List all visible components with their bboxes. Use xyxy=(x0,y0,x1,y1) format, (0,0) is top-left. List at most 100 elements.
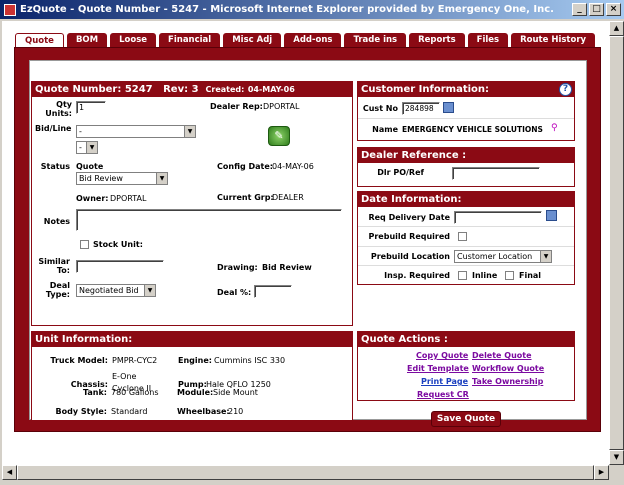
truck-model-value: PMPR-CYC2 xyxy=(112,356,158,365)
divider xyxy=(358,246,574,247)
customer-name-value: EMERGENCY VEHICLE SOLUTIONS xyxy=(402,125,543,134)
stock-unit-label: Stock Unit: xyxy=(93,240,143,249)
tab-financial[interactable]: Financial xyxy=(159,33,221,48)
wrench-icon[interactable]: ✎ xyxy=(268,126,290,146)
quote-actions-panel: Quote Actions : Copy Quote Delete Quote … xyxy=(357,331,575,401)
chevron-down-icon: ▼ xyxy=(540,251,551,262)
wheelbase-label: Wheelbase: xyxy=(177,407,230,416)
calendar-icon[interactable] xyxy=(443,102,454,113)
cust-no-label: Cust No xyxy=(362,104,398,113)
ie-app-icon xyxy=(4,3,16,16)
inline-label: Inline xyxy=(472,271,498,280)
close-button[interactable]: × xyxy=(606,3,621,16)
rev-label: Rev: xyxy=(163,84,189,95)
calendar-icon[interactable] xyxy=(546,210,557,221)
tab-loose[interactable]: Loose xyxy=(110,33,157,48)
tab-misc-adj[interactable]: Misc Adj xyxy=(223,33,282,48)
tab-add-ons[interactable]: Add-ons xyxy=(284,33,342,48)
scroll-up-icon[interactable]: ▲ xyxy=(609,21,624,36)
vertical-scrollbar[interactable]: ▲ ▼ xyxy=(609,21,624,465)
divider xyxy=(358,118,574,119)
tab-files[interactable]: Files xyxy=(467,33,509,48)
tab-trade-ins[interactable]: Trade ins xyxy=(344,33,407,48)
unit-info-header: Unit Information: xyxy=(32,332,352,347)
tab-bom[interactable]: BOM xyxy=(66,33,108,48)
dealer-po-label: Dlr PO/Ref xyxy=(377,168,424,177)
print-page-link[interactable]: Print Page xyxy=(421,377,468,386)
scroll-down-icon[interactable]: ▼ xyxy=(609,450,624,465)
owner-value: DPORTAL xyxy=(110,194,147,203)
notes-label: Notes xyxy=(43,217,70,226)
take-ownership-link[interactable]: Take Ownership xyxy=(472,377,543,386)
line-select-value: - xyxy=(79,143,82,152)
window-titlebar: EzQuote - Quote Number - 5247 - Microsof… xyxy=(0,0,624,19)
tab-reports[interactable]: Reports xyxy=(409,33,465,48)
module-value: Side Mount xyxy=(213,388,258,397)
help-icon[interactable]: ? xyxy=(559,83,572,96)
notes-textarea[interactable] xyxy=(76,209,342,231)
customer-header: Customer Information: xyxy=(358,82,574,97)
tab-bar: Quote BOM Loose Financial Misc Adj Add-o… xyxy=(15,33,596,49)
req-delivery-input[interactable] xyxy=(454,211,542,224)
config-date-value: 04-MAY-06 xyxy=(272,162,314,171)
scroll-right-icon[interactable]: ▶ xyxy=(594,465,609,480)
body-style-label: Body Style: xyxy=(55,407,108,416)
quote-content: Quote Number: 5247 Rev: 3 Created: 04-MA… xyxy=(29,60,587,427)
module-label: Module: xyxy=(177,388,214,397)
owner-label: Owner: xyxy=(76,194,109,203)
stock-unit-checkbox[interactable] xyxy=(80,240,89,249)
hscroll-thumb[interactable] xyxy=(17,465,594,480)
date-info-panel: Date Information: Req Delivery Date Preb… xyxy=(357,191,575,285)
quote-actions-header: Quote Actions : xyxy=(358,332,574,347)
status-select[interactable]: Bid Review ▼ xyxy=(76,172,168,185)
minimize-button[interactable]: _ xyxy=(572,3,587,16)
chevron-down-icon: ▼ xyxy=(144,285,155,296)
horizontal-scrollbar[interactable]: ◀ ▶ xyxy=(2,465,609,480)
delete-quote-link[interactable]: Delete Quote xyxy=(472,351,532,360)
dealer-po-input[interactable] xyxy=(452,167,540,180)
edit-template-link[interactable]: Edit Template xyxy=(407,364,469,373)
final-checkbox[interactable] xyxy=(505,271,514,280)
line-select[interactable]: - ▼ xyxy=(76,141,98,154)
cust-no-input[interactable]: 284898 xyxy=(402,102,440,115)
config-date-label: Config Date: xyxy=(217,162,273,171)
qty-label: Qty Units: xyxy=(45,100,72,118)
status-value: Quote xyxy=(76,162,104,171)
scroll-thumb[interactable] xyxy=(609,36,624,450)
scroll-corner xyxy=(609,465,624,480)
tab-route-history[interactable]: Route History xyxy=(511,33,596,48)
prebuild-required-checkbox[interactable] xyxy=(458,232,467,241)
divider xyxy=(358,265,574,266)
workflow-quote-link[interactable]: Workflow Quote xyxy=(472,364,544,373)
current-grp-value: DEALER xyxy=(272,193,304,202)
prebuild-location-select[interactable]: Customer Location ▼ xyxy=(454,250,552,263)
final-label: Final xyxy=(519,271,542,280)
engine-label: Engine: xyxy=(178,356,212,365)
tank-label: Tank: xyxy=(82,388,107,397)
copy-quote-link[interactable]: Copy Quote xyxy=(416,351,468,360)
qty-input[interactable]: 1 xyxy=(76,101,106,114)
scroll-left-icon[interactable]: ◀ xyxy=(2,465,17,480)
search-icon[interactable]: ⚲ xyxy=(551,123,558,133)
inline-checkbox[interactable] xyxy=(458,271,467,280)
created-value: 04-MAY-06 xyxy=(247,85,295,94)
save-quote-button[interactable]: Save Quote xyxy=(431,411,501,427)
similar-input[interactable] xyxy=(76,260,164,273)
maximize-button[interactable]: □ xyxy=(589,3,604,16)
dealer-reference-panel: Dealer Reference : Dlr PO/Ref xyxy=(357,147,575,187)
deal-pct-input[interactable] xyxy=(254,285,292,298)
prebuild-required-label: Prebuild Required xyxy=(368,232,451,241)
request-cr-link[interactable]: Request CR xyxy=(417,390,469,399)
drawing-value: Bid Review xyxy=(262,263,312,272)
divider xyxy=(358,226,574,227)
current-grp-label: Current Grp: xyxy=(217,193,274,202)
truck-model-label: Truck Model: xyxy=(50,356,108,365)
dealer-rep-value: DPORTAL xyxy=(263,102,300,111)
bid-select[interactable]: - ▼ xyxy=(76,125,196,138)
name-label: Name xyxy=(372,125,398,134)
status-select-value: Bid Review xyxy=(79,174,123,183)
tank-value: 780 Gallons xyxy=(111,388,159,397)
deal-type-select[interactable]: Negotiated Bid ▼ xyxy=(76,284,156,297)
window-title: EzQuote - Quote Number - 5247 - Microsof… xyxy=(20,4,554,15)
req-delivery-label: Req Delivery Date xyxy=(368,213,450,222)
